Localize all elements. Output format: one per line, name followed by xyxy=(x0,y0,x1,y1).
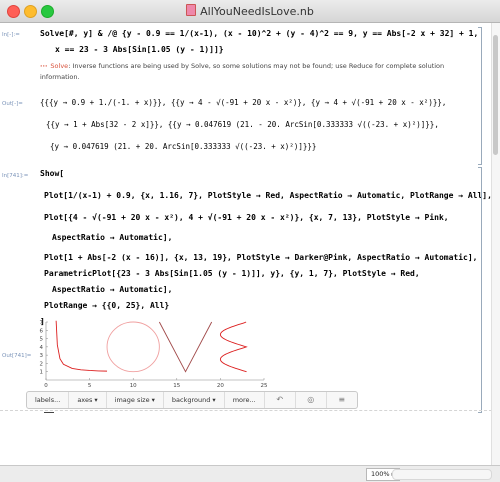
in1-line2[interactable]: x == 23 - 3 Abs[Sin[1.05 (y - 1)]]} xyxy=(55,45,224,54)
love-plot[interactable]: 0 5 10 15 20 25 1 2 3 4 5 6 7 xyxy=(32,318,272,388)
vertical-scrollbar[interactable] xyxy=(491,23,500,465)
background-button[interactable]: background ▾ xyxy=(164,392,225,408)
undo-icon[interactable]: ↶ xyxy=(265,392,296,408)
image-size-button[interactable]: image size ▾ xyxy=(107,392,164,408)
notebook-document-icon xyxy=(186,4,197,16)
out2-label: Out[741]= xyxy=(2,353,32,359)
status-bar: 100% ▸ xyxy=(0,465,500,482)
plot-series xyxy=(55,320,248,373)
in2-line4[interactable]: AspectRatio → Automatic], xyxy=(52,233,172,242)
solve-message: ··· Solve: Inverse functions are being us… xyxy=(40,61,470,83)
labels-button[interactable]: labels... xyxy=(27,392,70,408)
series-2-circle xyxy=(106,321,160,373)
in1-label: In[-]:= xyxy=(2,32,20,38)
vertical-scroll-thumb[interactable] xyxy=(493,35,498,155)
x-tick-label: 15 xyxy=(173,383,180,388)
suggestions-toolbar: labels... axes ▾ image size ▾ background… xyxy=(26,391,358,409)
input-cursor[interactable] xyxy=(44,412,54,413)
cell1-bracket[interactable] xyxy=(478,27,482,165)
cell2-bracket[interactable] xyxy=(478,167,482,413)
series-1-line xyxy=(55,320,108,372)
out1-line2: {{y → 1 + Abs[32 - 2 x]}}, {{y → 0.04761… xyxy=(46,120,439,129)
list-icon[interactable]: ≡ xyxy=(327,392,357,408)
input-divider xyxy=(0,410,492,411)
y-tick-label: 4 xyxy=(40,345,44,351)
series-4-line xyxy=(219,321,248,373)
y-tick-label: 1 xyxy=(40,370,44,376)
in2-line5[interactable]: Plot[1 + Abs[-2 (x - 16)], {x, 13, 19}, … xyxy=(44,253,477,262)
window-title: AllYouNeedIsLove.nb xyxy=(200,5,314,18)
window-title-wrap: AllYouNeedIsLove.nb xyxy=(0,4,500,18)
y-tick-label: 7 xyxy=(40,320,44,326)
y-tick-label: 2 xyxy=(40,361,44,367)
message-tag[interactable]: Solve xyxy=(50,62,68,70)
x-tick-label: 0 xyxy=(44,383,48,388)
y-tick-label: 5 xyxy=(40,337,44,343)
in2-line1[interactable]: Show[ xyxy=(40,169,64,178)
horizontal-scrollbar[interactable] xyxy=(392,469,492,480)
plot-axes: 0 5 10 15 20 25 1 2 3 4 5 6 7 xyxy=(40,320,268,388)
x-tick-label: 5 xyxy=(88,383,92,388)
y-tick-label: 6 xyxy=(40,328,44,334)
in2-line6[interactable]: ParametricPlot[{23 - 3 Abs[Sin[1.05 (y -… xyxy=(44,269,420,278)
in1-line1[interactable]: Solve[#, y] & /@ {y - 0.9 == 1/(x-1), (x… xyxy=(40,29,478,38)
axes-button[interactable]: axes ▾ xyxy=(69,392,107,408)
x-tick-label: 20 xyxy=(217,383,224,388)
globe-icon[interactable]: ◎ xyxy=(296,392,327,408)
x-tick-label: 10 xyxy=(130,383,137,388)
more-button[interactable]: more... xyxy=(225,392,265,408)
out1-line1: {{{y → 0.9 + 1./(-1. + x)}}, {{y → 4 - √… xyxy=(40,98,447,107)
in2-label: In[741]:= xyxy=(2,173,29,179)
x-tick-label: 25 xyxy=(261,383,268,388)
in2-line3[interactable]: Plot[{4 - √(-91 + 20 x - x²), 4 + √(-91 … xyxy=(44,213,449,222)
in2-line2[interactable]: Plot[1/(x-1) + 0.9, {x, 1.16, 7}, PlotSt… xyxy=(44,191,492,200)
in2-line7[interactable]: AspectRatio → Automatic], xyxy=(52,285,172,294)
message-text: : Inverse functions are being used by So… xyxy=(40,62,445,81)
y-tick-label: 3 xyxy=(40,353,44,359)
out1-line3: {y → 0.047619 (21. + 20. ArcSin[0.333333… xyxy=(50,142,317,151)
out1-label: Out[-]= xyxy=(2,101,23,107)
in2-line8[interactable]: PlotRange → {{0, 25}, All} xyxy=(44,301,169,310)
message-ellipsis-icon[interactable]: ··· xyxy=(40,62,47,70)
title-bar: AllYouNeedIsLove.nb xyxy=(0,0,500,23)
series-3-line xyxy=(158,321,213,373)
